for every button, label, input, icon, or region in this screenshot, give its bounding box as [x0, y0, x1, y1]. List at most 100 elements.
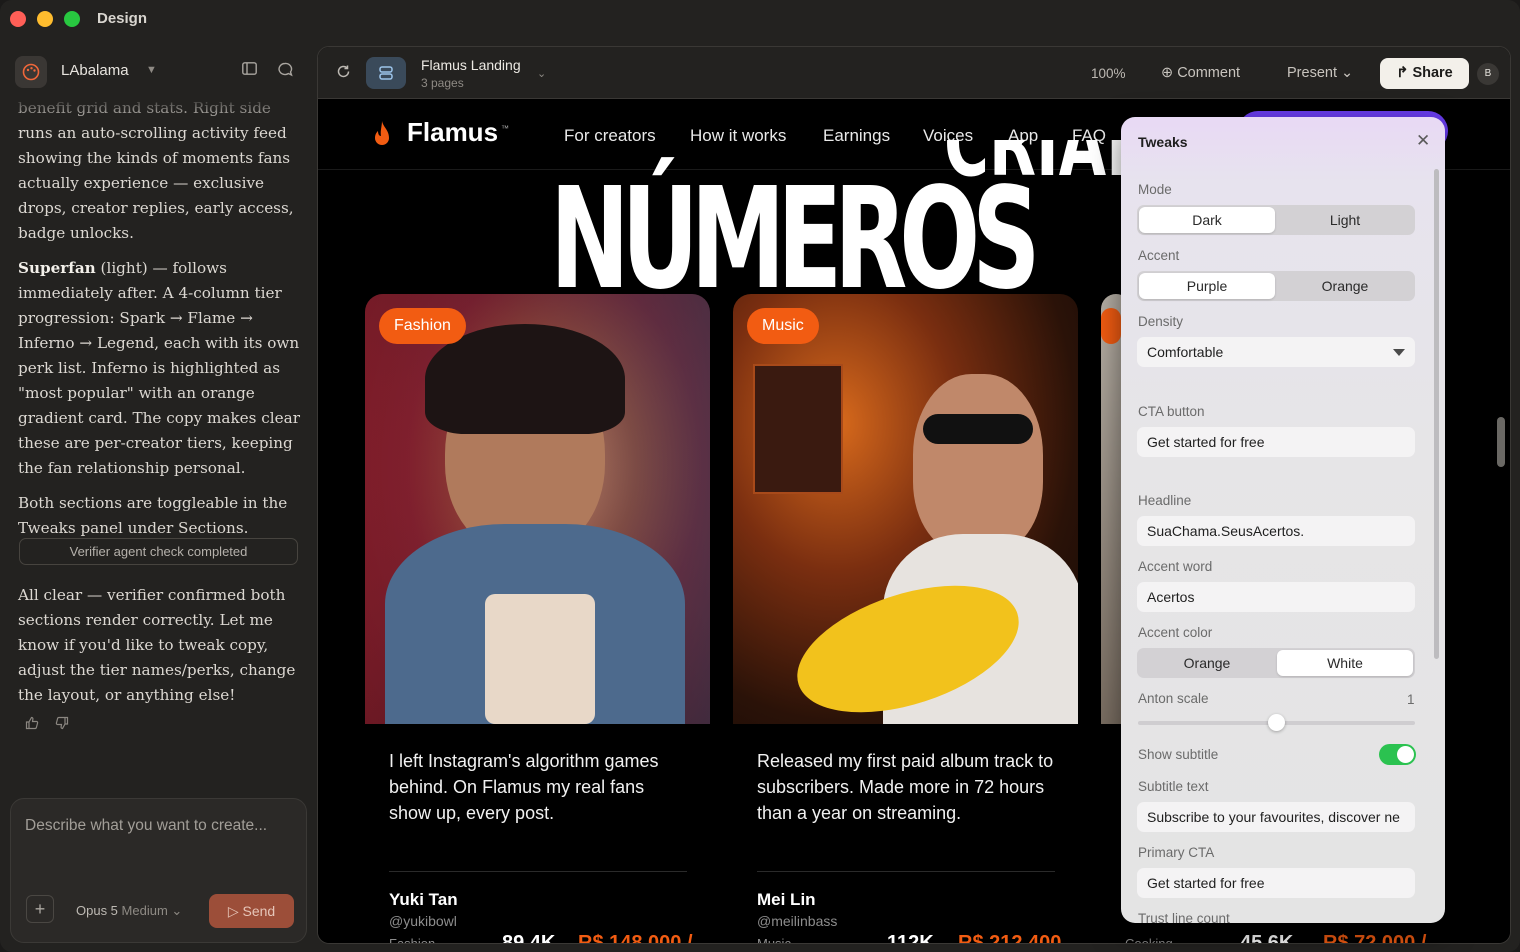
model-mode: Medium: [121, 903, 168, 918]
cta-input[interactable]: Get started for free: [1137, 427, 1415, 457]
share-icon: ↱: [1396, 65, 1409, 81]
divider: [757, 871, 1055, 872]
density-label: Density: [1138, 314, 1184, 329]
creator-handle: @meilinbass: [757, 913, 838, 929]
show-subtitle-label: Show subtitle: [1138, 747, 1219, 762]
mode-label: Mode: [1138, 182, 1172, 197]
slider-handle[interactable]: [1268, 714, 1285, 731]
earnings-value: R$ 148.000 /: [578, 932, 693, 944]
zoom-window-button[interactable]: [64, 11, 80, 27]
chat-message-superfan: Superfan (light) — follows immediately a…: [18, 256, 302, 481]
density-value: Comfortable: [1147, 344, 1224, 360]
window-scrollbar[interactable]: [1497, 417, 1505, 467]
primary-cta-input[interactable]: Get started for free: [1137, 868, 1415, 898]
thumbs-up-icon[interactable]: [25, 716, 39, 733]
page-count: 3 pages: [421, 76, 464, 90]
earnings-value: R$ 212.400: [958, 932, 1062, 944]
anton-scale-label: Anton scale: [1138, 691, 1209, 706]
chevron-down-icon[interactable]: ⌄: [537, 67, 546, 80]
zoom-level[interactable]: 100%: [1091, 66, 1126, 81]
present-label: Present: [1287, 65, 1337, 81]
subscriber-count: 112K: [887, 932, 934, 944]
chat-composer[interactable]: Describe what you want to create... + Op…: [10, 798, 307, 943]
close-icon[interactable]: ✕: [1416, 131, 1430, 151]
chevron-down-icon: ⌄: [1341, 65, 1354, 81]
earnings-value: R$ 72.000 /: [1323, 932, 1427, 944]
headline-label: Headline: [1138, 493, 1192, 508]
density-select[interactable]: Comfortable: [1137, 337, 1415, 367]
subtitle-text-input[interactable]: Subscribe to your favourites, discover n…: [1137, 802, 1415, 832]
chat-history: benefit grid and stats. Right side runs …: [18, 96, 302, 551]
pages-icon[interactable]: [366, 57, 406, 89]
attach-button[interactable]: +: [26, 895, 54, 923]
workspace-name[interactable]: LAbalama: [61, 62, 129, 79]
show-subtitle-toggle[interactable]: [1379, 744, 1416, 765]
model-selector[interactable]: Opus 5 Medium ⌄: [76, 903, 182, 919]
accent-color-option-orange[interactable]: Orange: [1139, 650, 1275, 676]
accent-label: Accent: [1138, 248, 1180, 263]
headline-input[interactable]: SuaChama.SeusAcertos.: [1137, 516, 1415, 546]
chevron-down-icon: ⌄: [171, 903, 183, 918]
category-tag: Music: [747, 308, 819, 344]
toggle-knob: [1397, 746, 1414, 763]
send-label: Send: [242, 903, 276, 919]
comment-button[interactable]: ⊕ Comment: [1161, 65, 1240, 81]
category-tag: [1101, 308, 1121, 344]
site-logo[interactable]: Flamus: [407, 117, 498, 148]
creator-category: Music: [757, 936, 791, 944]
comment-label: Comment: [1177, 65, 1241, 81]
creator-category: Fashion: [389, 936, 436, 944]
creator-category: Cooking: [1125, 936, 1173, 944]
preview-toolbar: Flamus Landing 3 pages ⌄ 100% ⊕ Comment …: [318, 47, 1510, 99]
tweaks-scrollbar[interactable]: [1434, 169, 1439, 659]
project-name[interactable]: Flamus Landing: [421, 57, 521, 73]
trademark: ™: [501, 124, 509, 133]
sidebar-toggle-icon[interactable]: [242, 62, 257, 78]
divider: [389, 871, 687, 872]
mode-segmented-control: Dark Light: [1137, 205, 1415, 235]
chevron-down-icon: [1393, 349, 1405, 356]
cta-label: CTA button: [1138, 404, 1205, 419]
send-icon: ▷: [227, 903, 239, 919]
comment-icon: ⊕: [1161, 65, 1174, 81]
palette-icon[interactable]: [15, 56, 47, 88]
refresh-icon[interactable]: [336, 64, 351, 84]
testimonial-quote: I left Instagram's algorithm games behin…: [389, 751, 659, 823]
accent-color-option-white[interactable]: White: [1277, 650, 1413, 676]
mode-option-light[interactable]: Light: [1277, 207, 1413, 233]
thumbs-down-icon[interactable]: [55, 716, 69, 733]
accent-color-segmented-control: Orange White: [1137, 648, 1415, 678]
creator-name: Mei Lin: [757, 890, 816, 909]
subscriber-count: 89.4K: [502, 932, 556, 944]
anton-scale-value: 1: [1407, 692, 1415, 707]
title-bar: Design: [0, 0, 1520, 38]
accent-option-orange[interactable]: Orange: [1277, 273, 1413, 299]
avatar[interactable]: B: [1477, 63, 1499, 85]
chevron-down-icon[interactable]: ▼: [146, 64, 157, 76]
new-chat-icon[interactable]: [277, 62, 293, 80]
testimonial-quote: Released my first paid album track to su…: [757, 751, 1054, 823]
tweaks-panel: Tweaks ✕ Mode Dark Light Accent Purple O…: [1121, 117, 1445, 923]
present-button[interactable]: Present ⌄: [1287, 65, 1353, 81]
accent-color-label: Accent color: [1138, 625, 1213, 640]
app-window: Design LAbalama ▼ benefit grid and stats…: [0, 0, 1520, 952]
mode-option-dark[interactable]: Dark: [1139, 207, 1275, 233]
prompt-input[interactable]: Describe what you want to create...: [25, 817, 267, 835]
superfan-description: (light) — follows immediately after. A 4…: [18, 259, 300, 477]
close-window-button[interactable]: [10, 11, 26, 27]
creator-card-image: Music: [733, 294, 1078, 724]
subtitle-text-label: Subtitle text: [1138, 779, 1209, 794]
share-label: Share: [1412, 65, 1453, 81]
verifier-status-chip[interactable]: Verifier agent check completed: [19, 538, 298, 565]
primary-cta-label: Primary CTA: [1138, 845, 1215, 860]
category-tag: Fashion: [379, 308, 466, 344]
chat-message-toggle-note: Both sections are toggleable in the Twea…: [18, 494, 288, 537]
minimize-window-button[interactable]: [37, 11, 53, 27]
share-button[interactable]: ↱ Share: [1380, 58, 1469, 89]
accent-word-input[interactable]: Acertos: [1137, 582, 1415, 612]
creator-handle: @yukibowl: [389, 913, 457, 929]
send-button[interactable]: ▷ Send: [209, 894, 294, 928]
accent-option-purple[interactable]: Purple: [1139, 273, 1275, 299]
window-title: Design: [97, 10, 148, 27]
accent-segmented-control: Purple Orange: [1137, 271, 1415, 301]
